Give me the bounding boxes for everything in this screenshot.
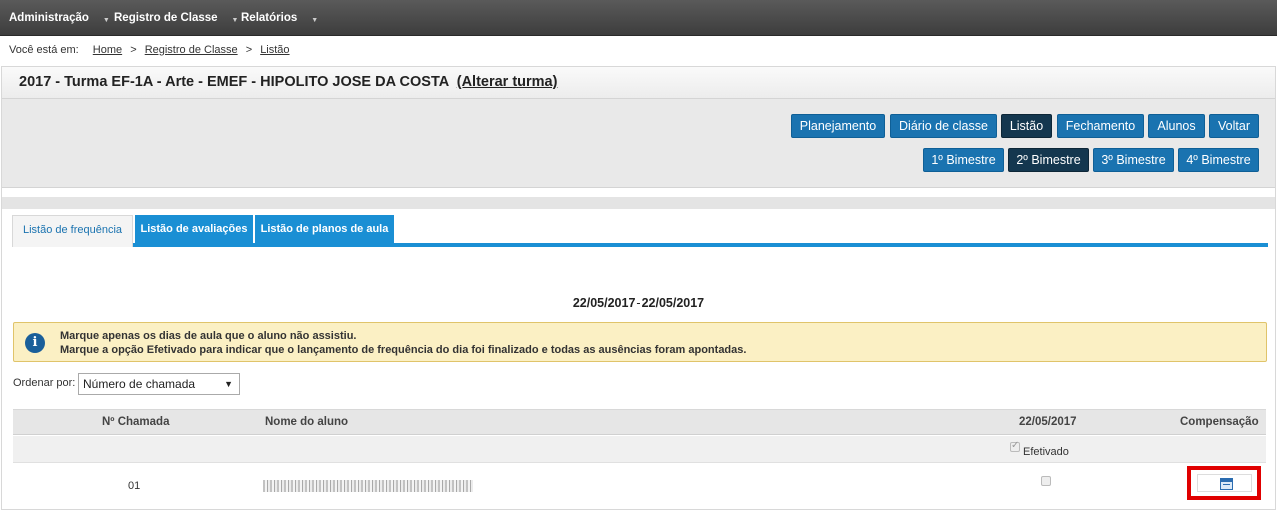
- breadcrumb-separator: >: [245, 44, 253, 56]
- bimestre-2-button[interactable]: 2º Bimestre: [1008, 148, 1089, 172]
- breadcrumb-listao-link[interactable]: Listão: [260, 44, 289, 56]
- column-header-number: Nº Chamada: [102, 416, 170, 428]
- bimestre-4-button[interactable]: 4º Bimestre: [1178, 148, 1259, 172]
- section-divider: [2, 197, 1275, 209]
- top-navbar: Administração ▼ Registro de Classe ▼ Relat…: [0, 0, 1277, 36]
- efetivado-row: Efetivado: [13, 436, 1266, 463]
- order-by-select[interactable]: Número de chamada ▼: [78, 373, 240, 395]
- date-range-end: 22/05/2017: [641, 296, 705, 310]
- order-by-label: Ordenar por:: [13, 377, 76, 389]
- nav-menu-relatorios[interactable]: Relatórios ▼: [241, 0, 318, 36]
- planejamento-button[interactable]: Planejamento: [791, 114, 885, 138]
- table-header: Nº Chamada Nome do aluno 22/05/2017 Comp…: [13, 409, 1266, 435]
- breadcrumb: Você está em: Home > Registro de Classe …: [9, 44, 290, 56]
- main-panel: 2017 - Turma EF-1A - Arte - EMEF - HIPOL…: [1, 66, 1276, 510]
- column-header-date: 22/05/2017: [1019, 416, 1077, 428]
- tab-bar: Listão de frequência Listão de avaliaçõe…: [12, 215, 1268, 247]
- table-row: 01: [13, 463, 1266, 507]
- order-by-value: Número de chamada: [83, 377, 196, 391]
- panel-header: 2017 - Turma EF-1A - Arte - EMEF - HIPOL…: [2, 67, 1275, 99]
- student-name-redacted: [263, 480, 473, 492]
- listao-button[interactable]: Listão: [1001, 114, 1052, 138]
- alunos-button[interactable]: Alunos: [1148, 114, 1205, 138]
- info-alert: i Marque apenas os dias de aula que o al…: [13, 322, 1267, 362]
- chevron-down-icon: ▼: [102, 17, 110, 24]
- voltar-button[interactable]: Voltar: [1209, 114, 1259, 138]
- chevron-down-icon: ▼: [231, 17, 239, 24]
- column-header-name: Nome do aluno: [265, 416, 349, 428]
- action-toolbar: Planejamento Diário de classe Listão Fec…: [2, 99, 1275, 188]
- nav-menu-label: Relatórios: [241, 12, 298, 24]
- tab-listao-planos-de-aula[interactable]: Listão de planos de aula: [255, 215, 394, 243]
- breadcrumb-separator: >: [130, 44, 137, 56]
- tab-listao-frequencia[interactable]: Listão de frequência: [12, 215, 133, 247]
- breadcrumb-registro-link[interactable]: Registro de Classe: [145, 44, 238, 56]
- chevron-down-icon: ▼: [311, 17, 319, 24]
- date-range-separator: -: [636, 296, 641, 310]
- diario-de-classe-button[interactable]: Diário de classe: [890, 114, 997, 138]
- page-title: 2017 - Turma EF-1A - Arte - EMEF - HIPOL…: [19, 74, 557, 90]
- date-range-start: 22/05/2017: [572, 296, 636, 310]
- class-title: 2017 - Turma EF-1A - Arte - EMEF - HIPOL…: [19, 74, 449, 90]
- student-number: 01: [128, 480, 141, 492]
- info-icon: i: [25, 333, 45, 353]
- fechamento-button[interactable]: Fechamento: [1057, 114, 1144, 138]
- chevron-down-icon: ▼: [224, 379, 233, 389]
- column-header-compensation: Compensação: [1180, 416, 1259, 428]
- change-class-link[interactable]: (Alterar turma): [457, 74, 558, 90]
- calendar-icon: [1220, 478, 1233, 490]
- compensation-highlight: [1187, 466, 1261, 500]
- nav-menu-registro-de-classe[interactable]: Registro de Classe ▼: [114, 0, 238, 36]
- bimestre-1-button[interactable]: 1º Bimestre: [923, 148, 1004, 172]
- attendance-checkbox[interactable]: [1041, 476, 1051, 486]
- nav-menu-label: Registro de Classe: [114, 12, 218, 24]
- efetivado-checkbox[interactable]: [1010, 440, 1020, 452]
- alert-line-1: Marque apenas os dias de aula que o alun…: [60, 330, 357, 342]
- bimestre-3-button[interactable]: 3º Bimestre: [1093, 148, 1174, 172]
- compensation-button[interactable]: [1197, 474, 1252, 492]
- tab-listao-avaliacoes[interactable]: Listão de avaliações: [135, 215, 253, 243]
- nav-menu-administracao[interactable]: Administração ▼: [9, 0, 110, 36]
- breadcrumb-prefix: Você está em:: [9, 44, 79, 56]
- nav-menu-label: Administração: [9, 12, 89, 24]
- date-range: 22/05/2017-22/05/2017: [2, 296, 1275, 310]
- alert-line-2: Marque a opção Efetivado para indicar qu…: [60, 344, 747, 356]
- breadcrumb-home-link[interactable]: Home: [93, 44, 122, 56]
- efetivado-label: Efetivado: [1023, 446, 1069, 458]
